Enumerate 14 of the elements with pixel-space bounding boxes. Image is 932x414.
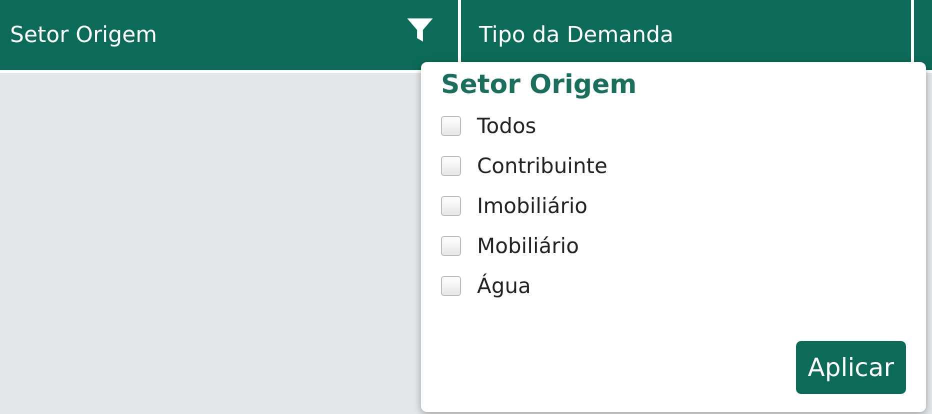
option-label: Água — [477, 274, 531, 298]
option-label: Contribuinte — [477, 154, 608, 178]
apply-button[interactable]: Aplicar — [796, 341, 906, 394]
checkbox[interactable] — [441, 196, 461, 216]
popup-title: Setor Origem — [441, 70, 638, 100]
option-label: Imobiliário — [477, 194, 588, 218]
checkbox[interactable] — [441, 276, 461, 296]
checkbox[interactable] — [441, 156, 461, 176]
column-header[interactable]: Setor Origem — [10, 22, 158, 48]
checkbox[interactable] — [441, 236, 461, 256]
column-header[interactable]: Tipo da Demanda — [479, 22, 674, 48]
option-label: Mobiliário — [477, 234, 579, 258]
option-label: Todos — [477, 114, 536, 138]
checkbox[interactable] — [441, 116, 461, 136]
